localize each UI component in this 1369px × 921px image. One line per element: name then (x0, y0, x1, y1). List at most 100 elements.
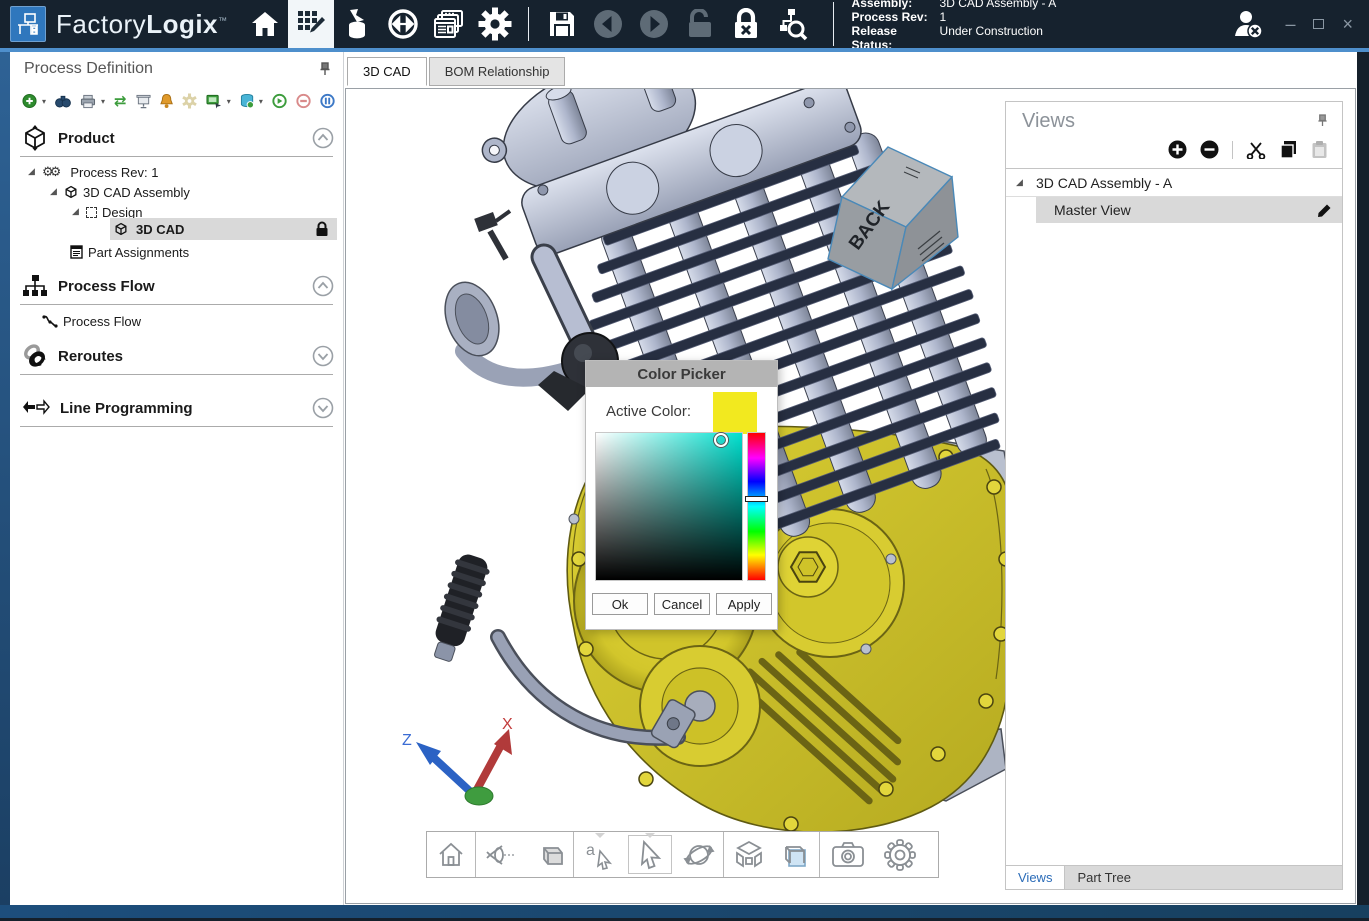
reroutes-icon (22, 343, 48, 369)
paste-button[interactable] (1311, 140, 1328, 159)
copy-button[interactable] (1279, 140, 1298, 159)
expand-down-icon[interactable] (312, 397, 334, 419)
flow-line-icon (42, 314, 58, 329)
select-button[interactable] (625, 832, 675, 877)
collapse-up-icon[interactable] (312, 275, 334, 297)
export-button[interactable] (206, 94, 222, 109)
gear-button[interactable] (182, 93, 197, 109)
orbit-button[interactable] (675, 832, 723, 877)
nav-home-button[interactable] (242, 0, 288, 48)
sv-marker[interactable] (714, 433, 728, 447)
expander-icon[interactable]: ◢ (72, 207, 84, 217)
sketch-icon (86, 207, 97, 218)
collapse-up-icon[interactable] (312, 127, 334, 149)
3d-viewport[interactable]: BACK Z X Color Picker Active Color: (345, 88, 1356, 904)
section-reroutes[interactable]: Reroutes (10, 338, 344, 374)
dropdown-arrow[interactable] (645, 833, 655, 838)
views-panel: Views ◢ 3D CAD Assembly - A M (1005, 101, 1343, 890)
cube-icon (64, 185, 78, 199)
app-logo-icon (10, 6, 46, 42)
expander-icon[interactable]: ◢ (1016, 178, 1028, 188)
section-product[interactable]: Product (10, 120, 344, 156)
search-button[interactable] (55, 94, 71, 109)
lock-close-button[interactable] (723, 0, 769, 48)
add-caret[interactable]: ▾ (42, 97, 46, 106)
tree-item-3d-cad-selected[interactable]: 3D CAD (110, 218, 337, 240)
sync-exchange-button[interactable]: ⇄ (114, 92, 127, 110)
nav-settings-button[interactable] (472, 0, 518, 48)
screenshot-button[interactable] (819, 832, 875, 877)
add-button[interactable] (22, 93, 37, 109)
remove-view-button[interactable] (1200, 140, 1219, 159)
dropdown-arrow[interactable] (595, 833, 605, 838)
forward-button[interactable] (631, 0, 677, 48)
views-toolbar (1168, 140, 1328, 159)
hue-slider[interactable] (747, 432, 766, 581)
stop-button[interactable] (296, 93, 311, 109)
nav-sync-button[interactable] (380, 0, 426, 48)
cube-icon (114, 222, 128, 236)
minimize-button[interactable]: – (1285, 19, 1295, 29)
expander-icon[interactable]: ◢ (28, 167, 40, 177)
apply-button[interactable]: Apply (716, 593, 772, 615)
panel-toolbar: ▾ ▾ ⇄ ▾ ▾ (22, 88, 335, 114)
tab-bom-relationship[interactable]: BOM Relationship (429, 57, 566, 86)
panel-title: Process Definition (24, 60, 153, 78)
start-button[interactable] (272, 93, 287, 109)
document-icon (70, 245, 83, 259)
print-caret[interactable]: ▾ (101, 97, 105, 106)
pin-icon[interactable] (319, 62, 331, 76)
tree-item-cad-assembly[interactable]: ◢ 3D CAD Assembly (10, 182, 344, 202)
tab-3d-cad[interactable]: 3D CAD (347, 57, 427, 86)
toolbar-separator (1232, 141, 1233, 159)
tab-part-tree[interactable]: Part Tree (1065, 866, 1142, 889)
tree-item-process-flow[interactable]: Process Flow (10, 310, 344, 332)
bell-button[interactable] (160, 93, 173, 109)
color-picker-dialog: Color Picker Active Color: Ok Cancel App… (585, 360, 778, 630)
expand-down-icon[interactable] (312, 345, 334, 367)
unlock-button[interactable] (677, 0, 723, 48)
add-view-button[interactable] (1168, 140, 1187, 159)
print-button[interactable] (80, 94, 96, 109)
hue-marker[interactable] (745, 496, 768, 502)
view-orientation-button[interactable] (475, 832, 527, 877)
viewport-settings-button[interactable] (875, 832, 925, 877)
select-text-button[interactable]: a (573, 832, 625, 877)
section-process-flow[interactable]: Process Flow (10, 268, 344, 304)
nav-process-definition-button[interactable] (288, 0, 334, 48)
close-button[interactable]: × (1342, 14, 1353, 35)
expander-icon[interactable]: ◢ (50, 187, 62, 197)
views-tree-root[interactable]: ◢ 3D CAD Assembly - A (1006, 169, 1342, 197)
shaded-view-button[interactable] (527, 832, 573, 877)
cut-button[interactable] (1246, 141, 1266, 159)
ok-button[interactable]: Ok (592, 593, 648, 615)
nav-documents-button[interactable] (426, 0, 472, 48)
edit-pencil-icon[interactable] (1317, 203, 1332, 218)
dialog-title-bar[interactable]: Color Picker (586, 361, 777, 387)
pause-button[interactable] (320, 93, 335, 109)
view-cube[interactable]: BACK (828, 147, 958, 289)
views-tree-master-view[interactable]: Master View (1036, 197, 1342, 223)
tree-item-process-rev[interactable]: ◢ ⚙⚙ Process Rev: 1 (10, 162, 344, 182)
user-logout-button[interactable] (1233, 8, 1267, 40)
exploded-view-button[interactable] (723, 832, 773, 877)
database-button[interactable] (240, 93, 254, 109)
maximize-button[interactable] (1313, 19, 1324, 29)
axis-triad: Z X (402, 716, 513, 805)
flow-search-button[interactable] (769, 0, 815, 48)
active-color-label: Active Color: (606, 403, 691, 420)
back-button[interactable] (585, 0, 631, 48)
section-line-programming[interactable]: Line Programming (10, 390, 344, 426)
presentation-button[interactable] (136, 94, 151, 109)
tree-item-part-assignments[interactable]: Part Assignments (10, 242, 344, 262)
export-caret[interactable]: ▾ (227, 97, 231, 106)
pin-icon[interactable] (1317, 114, 1328, 127)
tab-views[interactable]: Views (1006, 866, 1065, 889)
home-view-button[interactable] (427, 832, 475, 877)
section-plane-button[interactable] (773, 832, 819, 877)
cancel-button[interactable]: Cancel (654, 593, 710, 615)
saturation-value-field[interactable] (595, 432, 743, 581)
database-caret[interactable]: ▾ (259, 97, 263, 106)
save-button[interactable] (539, 0, 585, 48)
nav-material-button[interactable] (334, 0, 380, 48)
